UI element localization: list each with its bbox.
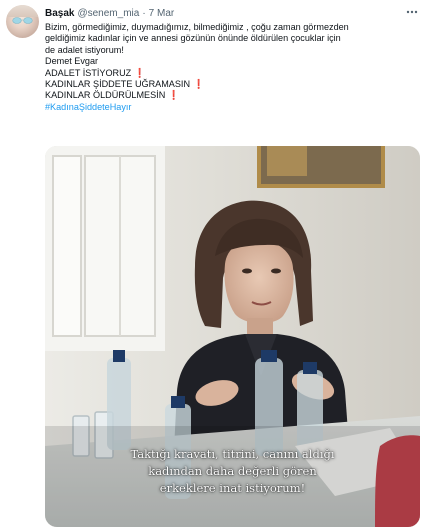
shout-text: KADINLAR ŞİDDETE UĞRAMASIN — [45, 79, 191, 90]
avatar[interactable] — [6, 5, 39, 38]
more-options-button[interactable] — [404, 4, 420, 20]
video-subtitle: Taktığı kravatı, titrini, canını aldığı … — [45, 446, 420, 497]
video-player[interactable]: Taktığı kravatı, titrini, canını aldığı … — [45, 146, 420, 527]
exclamation-icon: ❗ — [193, 79, 205, 90]
separator-dot: · — [142, 7, 146, 19]
tweet-date[interactable]: 7 Mar — [149, 8, 175, 19]
tweet-shout-line: KADINLAR ŞİDDETE UĞRAMASIN ❗ — [45, 79, 420, 90]
author-name[interactable]: Başak — [45, 8, 74, 19]
subtitle-line: Taktığı kravatı, titrini, canını aldığı — [130, 447, 335, 461]
avatar-hair — [6, 5, 39, 17]
tweet-text-line: geldiğimiz kadınlar için ve annesi gözün… — [45, 33, 341, 44]
exclamation-icon: ❗ — [168, 90, 180, 101]
ellipsis-icon — [406, 10, 418, 14]
subtitle-line: erkeklere inat istiyorum! — [159, 481, 306, 495]
tweet-text-line: de adalet istiyorum! — [45, 44, 124, 55]
tweet-text-line: Demet Evgar — [45, 56, 99, 67]
tweet-content: Başak @senem_mia · 7 Mar Bizim, görmediğ… — [45, 4, 420, 113]
tweet-text-line: Bizim, görmediğimiz, duymadığımız, bilme… — [45, 22, 349, 32]
author-handle[interactable]: @senem_mia — [77, 8, 139, 19]
subtitle-line: kadından daha değerli gören — [148, 464, 317, 478]
tweet-text: Bizim, görmediğimiz, duymadığımız, bilme… — [45, 22, 420, 113]
tweet-header: Başak @senem_mia · 7 Mar — [45, 4, 420, 22]
tweet-shout-line: KADINLAR ÖLDÜRÜLMESİN ❗ — [45, 90, 420, 101]
avatar-glasses — [12, 17, 33, 24]
tweet[interactable]: Başak @senem_mia · 7 Mar Bizim, görmediğ… — [0, 0, 434, 530]
exclamation-icon: ❗ — [134, 67, 146, 78]
tweet-shout-line: ADALET İSTİYORUZ ❗ — [45, 68, 420, 79]
hashtag-link[interactable]: #KadınaŞiddeteHayır — [45, 102, 420, 113]
shout-text: ADALET İSTİYORUZ — [45, 67, 132, 78]
shout-text: KADINLAR ÖLDÜRÜLMESİN — [45, 90, 166, 101]
